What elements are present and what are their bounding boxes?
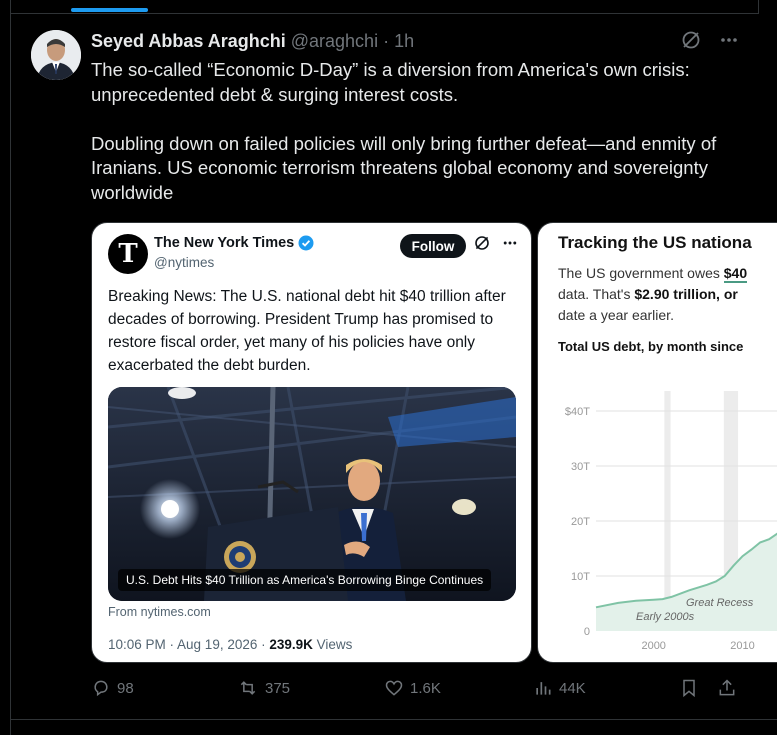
source-link[interactable]: From nytimes.com (108, 605, 211, 619)
bookmark-button[interactable] (679, 678, 699, 698)
chart-description: The US government owes $40 data. That's … (558, 263, 777, 326)
chart-subtitle: Total US debt, by month since (558, 339, 744, 354)
nyt-views-count: 239.9K (269, 637, 313, 652)
avatar[interactable] (31, 30, 81, 80)
chart-desc-part2: data. That's (558, 286, 635, 302)
chart-title: Tracking the US nationa (558, 233, 752, 252)
post-paragraph-2: Doubling down on failed policies will on… (91, 132, 717, 203)
photo-caption: U.S. Debt Hits $40 Trillion as America's… (118, 569, 492, 591)
like-button[interactable]: 1.6K (384, 678, 441, 698)
share-button[interactable] (717, 678, 737, 698)
like-count: 1.6K (410, 679, 441, 697)
avatar-image (31, 30, 81, 80)
reply-icon (94, 680, 108, 697)
analytics-icon (536, 682, 551, 695)
timeline-border (10, 14, 11, 735)
x-tick-label: 2000 (641, 640, 665, 652)
nyt-logo[interactable]: T (108, 234, 148, 274)
post-header-actions (681, 30, 739, 50)
chart-desc-part1: The US government owes (558, 265, 724, 281)
y-tick-label: 10T (571, 571, 590, 583)
bookmark-icon (683, 679, 695, 698)
y-tick-label: $40T (565, 406, 590, 418)
meta-separator: · (383, 31, 390, 51)
nyt-actions (474, 235, 518, 251)
post-header: Seyed Abbas Araghchi @araghchi · 1h (91, 31, 414, 52)
nyt-post-stats: 10:06 PM · Aug 19, 2026 · 239.9K Views (108, 637, 352, 652)
x-tick-label: 2010 (730, 640, 754, 652)
post-divider (10, 719, 777, 720)
annotation-early-2000s: Early 2000s (636, 611, 695, 623)
nyt-name-row: The New York Times (154, 235, 314, 251)
news-photo[interactable]: U.S. Debt Hits $40 Trillion as America's… (108, 387, 516, 601)
chart-desc-amount[interactable]: $40 (723, 265, 748, 283)
nyt-name[interactable]: The New York Times (154, 235, 294, 251)
heart-icon (385, 680, 403, 696)
grok-icon[interactable] (681, 30, 701, 50)
author-handle[interactable]: @araghchi (291, 31, 378, 51)
post-time[interactable]: 1h (394, 31, 414, 51)
follow-button[interactable]: Follow (400, 234, 466, 258)
views-button[interactable]: 44K (533, 678, 586, 698)
verified-badge-icon (298, 235, 314, 251)
nyt-handle[interactable]: @nytimes (154, 255, 214, 270)
nyt-views-label: Views (312, 637, 353, 652)
y-tick-label: 0 (584, 626, 590, 638)
post-paragraph-1: The so-called “Economic D-Day” is a dive… (91, 59, 690, 105)
repost-button[interactable]: 375 (237, 678, 290, 698)
annotation-great-recession: Great Recess (686, 597, 754, 609)
debt-chart: $40T 30T 20T 10T 0 2000 2010 Early 2000s Great R… (565, 391, 777, 652)
author-name[interactable]: Seyed Abbas Araghchi (91, 31, 286, 51)
repost-count: 375 (265, 679, 291, 697)
repost-icon (240, 681, 256, 695)
active-tab-indicator (71, 8, 148, 12)
share-icon (719, 679, 735, 696)
media-card-nyt[interactable]: T The New York Times @nytimes Follow Bre… (91, 222, 532, 663)
y-tick-label: 20T (571, 516, 590, 528)
views-count: 44K (559, 679, 586, 697)
reply-button[interactable]: 98 (91, 678, 134, 698)
post-action-bar: 98 375 1.6K 44K (91, 678, 747, 704)
recession-band-0 (664, 391, 671, 631)
more-options-icon[interactable] (719, 30, 739, 50)
post-text: The so-called “Economic D-Day” is a dive… (91, 58, 751, 230)
reply-count: 98 (117, 679, 134, 697)
nyt-post-text: Breaking News: The U.S. national debt hi… (108, 288, 506, 374)
chart-desc-part3: date a year earlier. (558, 307, 674, 323)
media-card-chart[interactable]: Tracking the US nationa The US governmen… (537, 222, 777, 663)
y-tick-label: 30T (571, 461, 590, 473)
grok-icon[interactable] (474, 235, 490, 251)
chart-desc-bold: $2.90 trillion, or (634, 286, 738, 302)
nyt-timestamp[interactable]: 10:06 PM · Aug 19, 2026 · (108, 637, 269, 652)
more-options-icon[interactable] (502, 235, 518, 251)
